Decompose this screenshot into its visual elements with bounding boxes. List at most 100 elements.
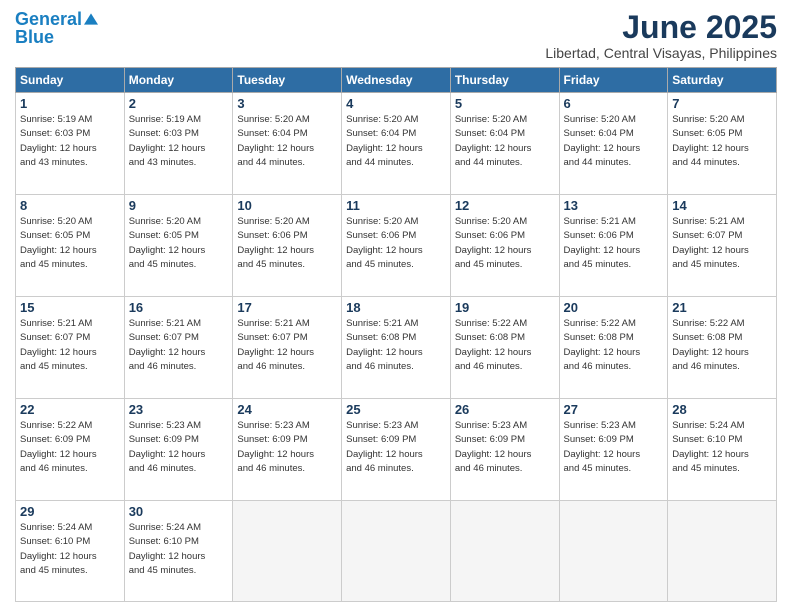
table-row: 30Sunrise: 5:24 AM Sunset: 6:10 PM Dayli… [124,501,233,602]
day-info: Sunrise: 5:21 AM Sunset: 6:07 PM Dayligh… [237,317,337,374]
day-number: 12 [455,198,555,213]
day-number: 22 [20,402,120,417]
day-info: Sunrise: 5:21 AM Sunset: 6:07 PM Dayligh… [129,317,229,374]
logo-blue-text: Blue [15,28,98,46]
table-row [559,501,668,602]
day-number: 8 [20,198,120,213]
day-info: Sunrise: 5:23 AM Sunset: 6:09 PM Dayligh… [346,419,446,476]
day-number: 19 [455,300,555,315]
header-wednesday: Wednesday [342,68,451,93]
table-row: 18Sunrise: 5:21 AM Sunset: 6:08 PM Dayli… [342,297,451,399]
day-info: Sunrise: 5:23 AM Sunset: 6:09 PM Dayligh… [129,419,229,476]
table-row [342,501,451,602]
day-number: 17 [237,300,337,315]
day-info: Sunrise: 5:21 AM Sunset: 6:06 PM Dayligh… [564,215,664,272]
table-row: 2 Sunrise: 5:19 AM Sunset: 6:03 PM Daylig… [124,93,233,195]
day-number: 18 [346,300,446,315]
table-row [450,501,559,602]
table-row: 19 Sunrise: 5:22 AM Sunset: 6:08 PM Dayli… [450,297,559,399]
header-thursday: Thursday [450,68,559,93]
day-number: 13 [564,198,664,213]
day-number: 26 [455,402,555,417]
day-number: 9 [129,198,229,213]
day-number: 7 [672,96,772,111]
day-info: Sunrise: 5:24 AM Sunset: 6:10 PM Dayligh… [672,419,772,476]
table-row: 27Sunrise: 5:23 AM Sunset: 6:09 PM Dayli… [559,399,668,501]
header-tuesday: Tuesday [233,68,342,93]
table-row: 11 Sunrise: 5:20 AM Sunset: 6:06 PM Dayli… [342,195,451,297]
day-number: 29 [20,504,120,519]
day-info: Sunrise: 5:23 AM Sunset: 6:09 PM Dayligh… [237,419,337,476]
day-info: Sunrise: 5:22 AM Sunset: 6:09 PM Dayligh… [20,419,120,476]
header-row: Sunday Monday Tuesday Wednesday Thursday… [16,68,777,93]
day-number: 5 [455,96,555,111]
day-number: 14 [672,198,772,213]
header-monday: Monday [124,68,233,93]
table-row: 15Sunrise: 5:21 AM Sunset: 6:07 PM Dayli… [16,297,125,399]
table-row: 20Sunrise: 5:22 AM Sunset: 6:08 PM Dayli… [559,297,668,399]
day-number: 11 [346,198,446,213]
page: General Blue June 2025 Libertad, Central… [0,0,792,612]
table-row: 12 Sunrise: 5:20 AM Sunset: 6:06 PM Dayli… [450,195,559,297]
table-row: 9Sunrise: 5:20 AM Sunset: 6:05 PM Daylig… [124,195,233,297]
table-row: 6Sunrise: 5:20 AM Sunset: 6:04 PM Daylig… [559,93,668,195]
day-info: Sunrise: 5:20 AM Sunset: 6:04 PM Dayligh… [564,113,664,170]
logo: General Blue [15,10,98,46]
table-row: 1 Sunrise: 5:19 AM Sunset: 6:03 PM Daylig… [16,93,125,195]
day-number: 30 [129,504,229,519]
day-number: 4 [346,96,446,111]
day-info: Sunrise: 5:24 AM Sunset: 6:10 PM Dayligh… [20,521,120,578]
table-row: 14 Sunrise: 5:21 AM Sunset: 6:07 PM Dayli… [668,195,777,297]
logo-text: General [15,10,82,28]
day-number: 24 [237,402,337,417]
day-number: 3 [237,96,337,111]
table-row: 3 Sunrise: 5:20 AM Sunset: 6:04 PM Daylig… [233,93,342,195]
day-number: 10 [237,198,337,213]
table-row: 13 Sunrise: 5:21 AM Sunset: 6:06 PM Dayli… [559,195,668,297]
table-row: 22 Sunrise: 5:22 AM Sunset: 6:09 PM Dayli… [16,399,125,501]
table-row: 26 Sunrise: 5:23 AM Sunset: 6:09 PM Dayli… [450,399,559,501]
table-row: 5Sunrise: 5:20 AM Sunset: 6:04 PM Daylig… [450,93,559,195]
day-number: 27 [564,402,664,417]
day-info: Sunrise: 5:20 AM Sunset: 6:06 PM Dayligh… [346,215,446,272]
day-number: 25 [346,402,446,417]
day-number: 2 [129,96,229,111]
table-row: 10 Sunrise: 5:20 AM Sunset: 6:06 PM Dayli… [233,195,342,297]
table-row: 28 Sunrise: 5:24 AM Sunset: 6:10 PM Dayli… [668,399,777,501]
day-info: Sunrise: 5:19 AM Sunset: 6:03 PM Dayligh… [129,113,229,170]
day-info: Sunrise: 5:22 AM Sunset: 6:08 PM Dayligh… [455,317,555,374]
calendar-table: Sunday Monday Tuesday Wednesday Thursday… [15,67,777,602]
day-info: Sunrise: 5:21 AM Sunset: 6:07 PM Dayligh… [672,215,772,272]
day-number: 15 [20,300,120,315]
table-row: 25 Sunrise: 5:23 AM Sunset: 6:09 PM Dayli… [342,399,451,501]
day-number: 28 [672,402,772,417]
table-row: 8 Sunrise: 5:20 AM Sunset: 6:05 PM Daylig… [16,195,125,297]
day-info: Sunrise: 5:20 AM Sunset: 6:06 PM Dayligh… [455,215,555,272]
header-saturday: Saturday [668,68,777,93]
header-sunday: Sunday [16,68,125,93]
calendar-title: June 2025 [545,10,777,45]
table-row: 4Sunrise: 5:20 AM Sunset: 6:04 PM Daylig… [342,93,451,195]
table-row: 16 Sunrise: 5:21 AM Sunset: 6:07 PM Dayli… [124,297,233,399]
day-info: Sunrise: 5:20 AM Sunset: 6:05 PM Dayligh… [672,113,772,170]
calendar-subtitle: Libertad, Central Visayas, Philippines [545,45,777,61]
table-row: 17 Sunrise: 5:21 AM Sunset: 6:07 PM Dayli… [233,297,342,399]
day-info: Sunrise: 5:19 AM Sunset: 6:03 PM Dayligh… [20,113,120,170]
header: General Blue June 2025 Libertad, Central… [15,10,777,61]
day-number: 21 [672,300,772,315]
day-info: Sunrise: 5:20 AM Sunset: 6:04 PM Dayligh… [237,113,337,170]
table-row [668,501,777,602]
table-row: 7 Sunrise: 5:20 AM Sunset: 6:05 PM Daylig… [668,93,777,195]
day-info: Sunrise: 5:20 AM Sunset: 6:05 PM Dayligh… [20,215,120,272]
day-number: 1 [20,96,120,111]
day-info: Sunrise: 5:22 AM Sunset: 6:08 PM Dayligh… [672,317,772,374]
table-row: 21 Sunrise: 5:22 AM Sunset: 6:08 PM Dayli… [668,297,777,399]
day-number: 23 [129,402,229,417]
day-info: Sunrise: 5:23 AM Sunset: 6:09 PM Dayligh… [455,419,555,476]
logo-icon [84,12,98,26]
table-row: 29 Sunrise: 5:24 AM Sunset: 6:10 PM Dayli… [16,501,125,602]
day-number: 16 [129,300,229,315]
header-friday: Friday [559,68,668,93]
day-info: Sunrise: 5:20 AM Sunset: 6:06 PM Dayligh… [237,215,337,272]
table-row [233,501,342,602]
